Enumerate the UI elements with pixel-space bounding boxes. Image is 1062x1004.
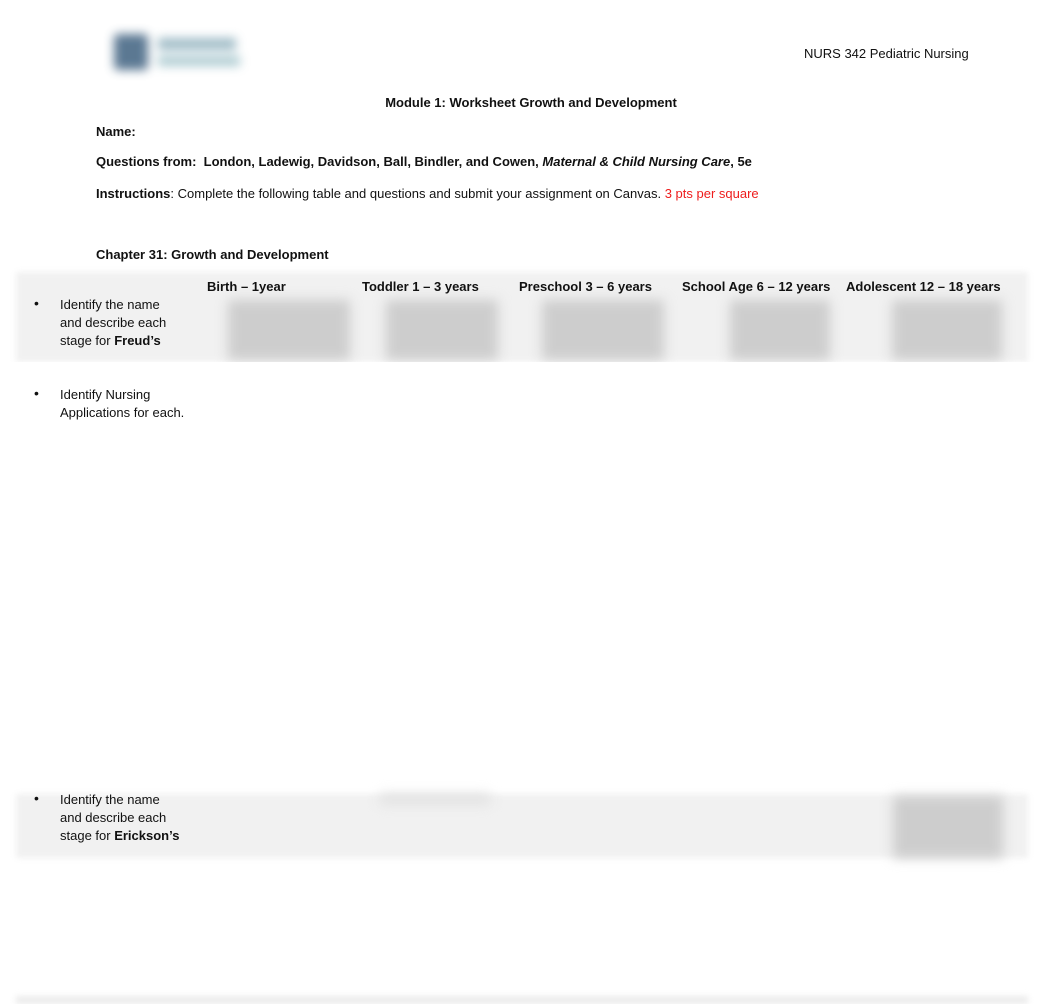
bullet: • <box>34 790 39 806</box>
answer-cell-blurred <box>386 300 498 360</box>
bullet: • <box>34 385 39 401</box>
column-header-adolescent: Adolescent 12 – 18 years <box>846 279 1001 294</box>
answer-cell-blurred <box>228 300 350 360</box>
row-label-erickson: Identify the name and describe each stag… <box>60 791 185 845</box>
logo-wordmark-sub <box>158 56 240 66</box>
table-band-next <box>16 996 1028 1004</box>
questions-label: Questions from: <box>96 154 197 169</box>
page-body <box>0 362 1062 792</box>
points-note: 3 pts per square <box>664 186 759 201</box>
course-title: NURS 342 Pediatric Nursing <box>804 46 969 61</box>
answer-cell-blurred <box>380 794 490 804</box>
logo-wordmark <box>158 38 236 50</box>
questions-book: Maternal & Child Nursing Care <box>542 154 731 169</box>
column-header-school-age: School Age 6 – 12 years <box>682 279 831 294</box>
row-label-freud: Identify the name and describe each stag… <box>60 296 180 350</box>
name-label: Name: <box>96 124 136 139</box>
instructions: Instructions: Complete the following tab… <box>96 186 759 201</box>
answer-cell-blurred <box>893 796 1003 858</box>
answer-cell-blurred <box>892 300 1002 360</box>
bullet: • <box>34 295 39 311</box>
column-header-birth: Birth – 1year <box>207 279 286 294</box>
chapter-heading: Chapter 31: Growth and Development <box>96 247 329 262</box>
questions-source: Questions from: London, Ladewig, Davidso… <box>96 154 752 169</box>
answer-cell-blurred <box>730 300 830 360</box>
row-label-theorist: Erickson’s <box>114 828 180 843</box>
instructions-text: : Complete the following table and quest… <box>170 186 662 201</box>
answer-cell-blurred <box>542 300 664 360</box>
document-title: Module 1: Worksheet Growth and Developme… <box>385 95 677 110</box>
questions-edition: , 5e <box>730 154 752 169</box>
column-header-preschool: Preschool 3 – 6 years <box>519 279 652 294</box>
column-header-toddler: Toddler 1 – 3 years <box>362 279 479 294</box>
university-logo <box>106 26 246 78</box>
row-label-theorist: Freud’s <box>114 333 161 348</box>
logo-mark-icon <box>114 34 148 70</box>
row-label-nursing-applications: Identify Nursing Applications for each. <box>60 387 185 420</box>
questions-authors: London, Ladewig, Davidson, Ball, Bindler… <box>203 154 539 169</box>
instructions-label: Instructions <box>96 186 171 201</box>
